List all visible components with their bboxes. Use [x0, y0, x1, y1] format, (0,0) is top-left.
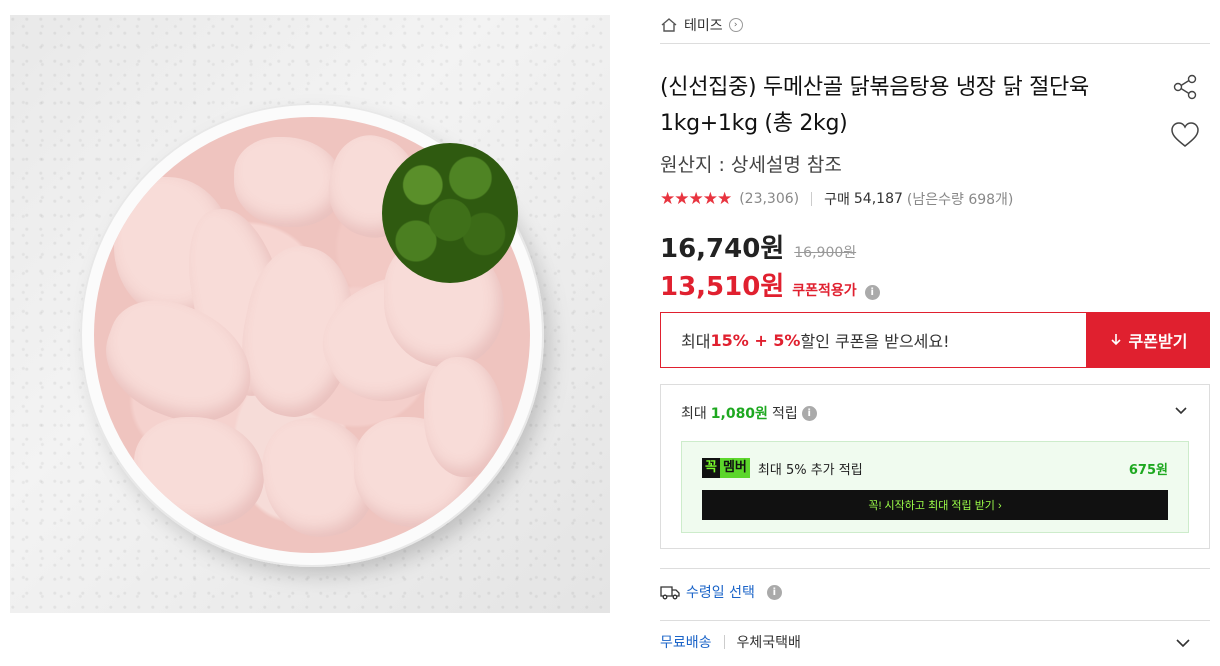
chevron-down-icon[interactable] [1174, 634, 1192, 652]
delivery-date-selector[interactable]: 수령일 선택 i [660, 582, 782, 602]
divider [723, 635, 725, 649]
points-prefix: 최대 [681, 406, 707, 422]
seller-link[interactable]: 테미즈 [684, 15, 723, 35]
original-price: 16,900원 [794, 245, 857, 261]
coupon-text-prefix: 최대 [681, 332, 711, 351]
truck-icon [660, 586, 680, 600]
coupon-price: 13,510원 [660, 272, 785, 302]
shipping-row[interactable]: 무료배송 우체국택배 [660, 632, 1210, 652]
product-title: (신선집중) 두메산골 닭볶음탕용 냉장 닭 절단육 1kg+1kg (총 2k… [660, 75, 1089, 136]
member-start-button[interactable]: 꼭! 시작하고 최대 적립 받기 › [702, 490, 1168, 520]
member-box: 꼭 멤버 최대 5% 추가 적립 675원 꼭! 시작하고 최대 적립 받기 › [681, 441, 1189, 533]
product-info-panel: 테미즈 › (신선집중) 두메산골 닭볶음탕용 냉장 닭 절단육 1kg+1kg… [660, 0, 1210, 666]
points-summary[interactable]: 최대 1,080원 적립 i [681, 403, 817, 423]
get-coupon-button[interactable]: 쿠폰받기 [1086, 312, 1210, 368]
share-icon[interactable] [1170, 72, 1200, 102]
coupon-text-highlight: 15% + 5% [710, 330, 801, 350]
shipping-carrier: 우체국택배 [736, 635, 801, 651]
sale-price: 16,740원 [660, 234, 785, 264]
buy-count: 54,187 [853, 191, 903, 207]
review-count[interactable]: (23,306) [739, 191, 799, 207]
free-shipping-label: 무료배송 [660, 635, 712, 651]
badge-left: 꼭 [702, 458, 720, 478]
rating-stars: ★★★★★ [660, 189, 732, 209]
home-icon [661, 18, 677, 32]
breadcrumb[interactable]: 테미즈 › [660, 12, 743, 38]
info-icon[interactable]: i [801, 405, 817, 421]
price-row: 16,740원 16,900원 [660, 228, 856, 265]
divider [811, 192, 813, 206]
points-suffix: 적립 [771, 406, 798, 422]
divider [660, 620, 1210, 621]
heart-icon[interactable] [1170, 120, 1200, 150]
divider [660, 568, 1210, 569]
member-line: 꼭 멤버 최대 5% 추가 적립 675원 [702, 458, 1168, 478]
coupon-price-label: 쿠폰적용가 [792, 283, 857, 299]
coupon-text-suffix: 할인 쿠폰을 받으세요! [800, 332, 950, 351]
product-image[interactable] [10, 15, 610, 613]
get-coupon-label: 쿠폰받기 [1128, 334, 1188, 351]
rating-row: ★★★★★ (23,306) 구매 54,187 (남은수량 698개) [660, 188, 1013, 210]
divider [660, 43, 1210, 44]
stock-note: (남은수량 698개) [906, 192, 1014, 208]
coupon-banner: 최대 15% + 5% 할인 쿠폰을 받으세요! [660, 312, 1086, 368]
chevron-down-icon[interactable] [1173, 403, 1189, 419]
download-icon [1110, 334, 1121, 346]
member-amount: 675원 [1128, 462, 1168, 478]
member-text: 최대 5% 추가 적립 [757, 462, 863, 478]
info-icon[interactable]: i [864, 285, 880, 300]
coupon-price-row: 13,510원 쿠폰적용가 i [660, 266, 880, 303]
points-amount: 1,080원 [710, 406, 768, 422]
info-icon[interactable]: i [766, 584, 782, 600]
delivery-label: 수령일 선택 [686, 585, 755, 601]
points-box: 최대 1,080원 적립 i 꼭 멤버 최대 5% 추가 적립 675원 꼭! … [660, 384, 1210, 549]
member-badge: 꼭 멤버 [702, 458, 750, 478]
buy-label: 구매 [824, 192, 850, 208]
chevron-right-icon: › [728, 18, 743, 32]
parsley-garnish [382, 143, 518, 283]
origin-info: 원산지 : 상세설명 참조 [660, 154, 842, 176]
badge-right: 멤버 [719, 458, 750, 478]
